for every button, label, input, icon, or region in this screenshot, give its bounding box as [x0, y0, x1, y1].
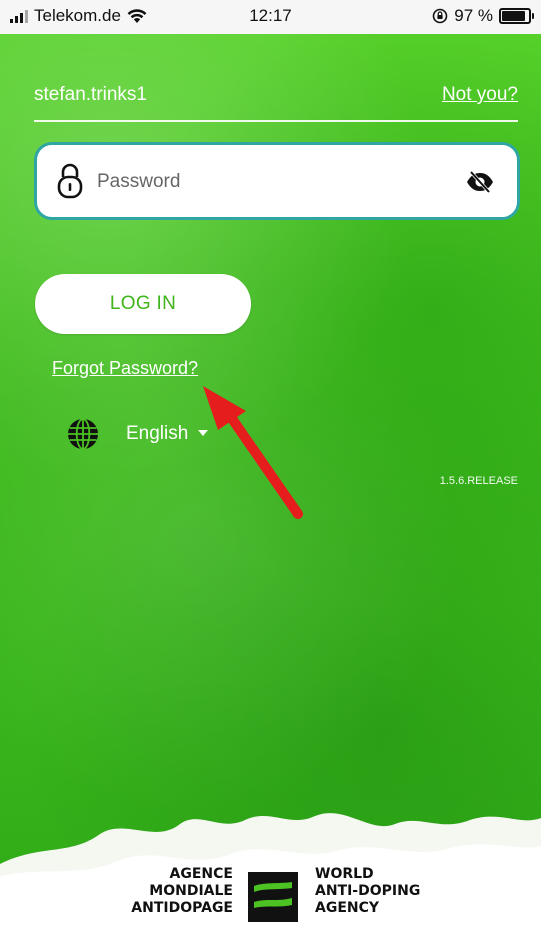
- lock-icon: [57, 163, 83, 199]
- battery-percent: 97 %: [454, 6, 493, 25]
- language-selector[interactable]: English: [66, 417, 209, 451]
- status-right: 97 %: [432, 6, 534, 26]
- globe-icon: [68, 418, 98, 450]
- status-bar: Telekom.de 12:17 97 %: [0, 0, 541, 34]
- username-label: stefan.trinks1: [34, 84, 147, 105]
- chevron-down-icon: [198, 430, 209, 436]
- logo-right-line: WORLD: [315, 866, 374, 882]
- logo-left-line: ANTIDOPAGE: [131, 900, 233, 916]
- logo-right-line: AGENCY: [315, 900, 380, 916]
- logo-left-line: MONDIALE: [149, 883, 233, 899]
- login-screen: stefan.trinks1 Not you? LOG IN Forgot Pa…: [0, 34, 541, 950]
- logo-text-right: WORLD ANTI-DOPING AGENCY: [315, 866, 420, 917]
- logo-left-line: AGENCE: [169, 866, 233, 882]
- not-you-link[interactable]: Not you?: [442, 84, 518, 106]
- battery-fill: [502, 11, 526, 21]
- lock-rotation-icon: [432, 8, 448, 24]
- user-row: stefan.trinks1 Not you?: [34, 84, 518, 122]
- wada-mark-icon: [248, 872, 298, 922]
- eye-slash-icon[interactable]: [465, 169, 495, 195]
- language-label: English: [126, 423, 209, 445]
- logo-text-left: AGENCE MONDIALE ANTIDOPAGE: [0, 866, 233, 917]
- forgot-password-link[interactable]: Forgot Password?: [52, 358, 198, 379]
- wada-logo: AGENCE MONDIALE ANTIDOPAGE WORLD ANTI-DO…: [0, 866, 541, 950]
- password-field[interactable]: [34, 142, 520, 220]
- language-text: English: [126, 423, 189, 444]
- password-input[interactable]: [95, 159, 459, 205]
- version-label: 1.5.6.RELEASE: [439, 475, 518, 487]
- login-button[interactable]: LOG IN: [35, 274, 251, 334]
- battery-icon: [499, 8, 534, 24]
- logo-right-line: ANTI-DOPING: [315, 883, 421, 899]
